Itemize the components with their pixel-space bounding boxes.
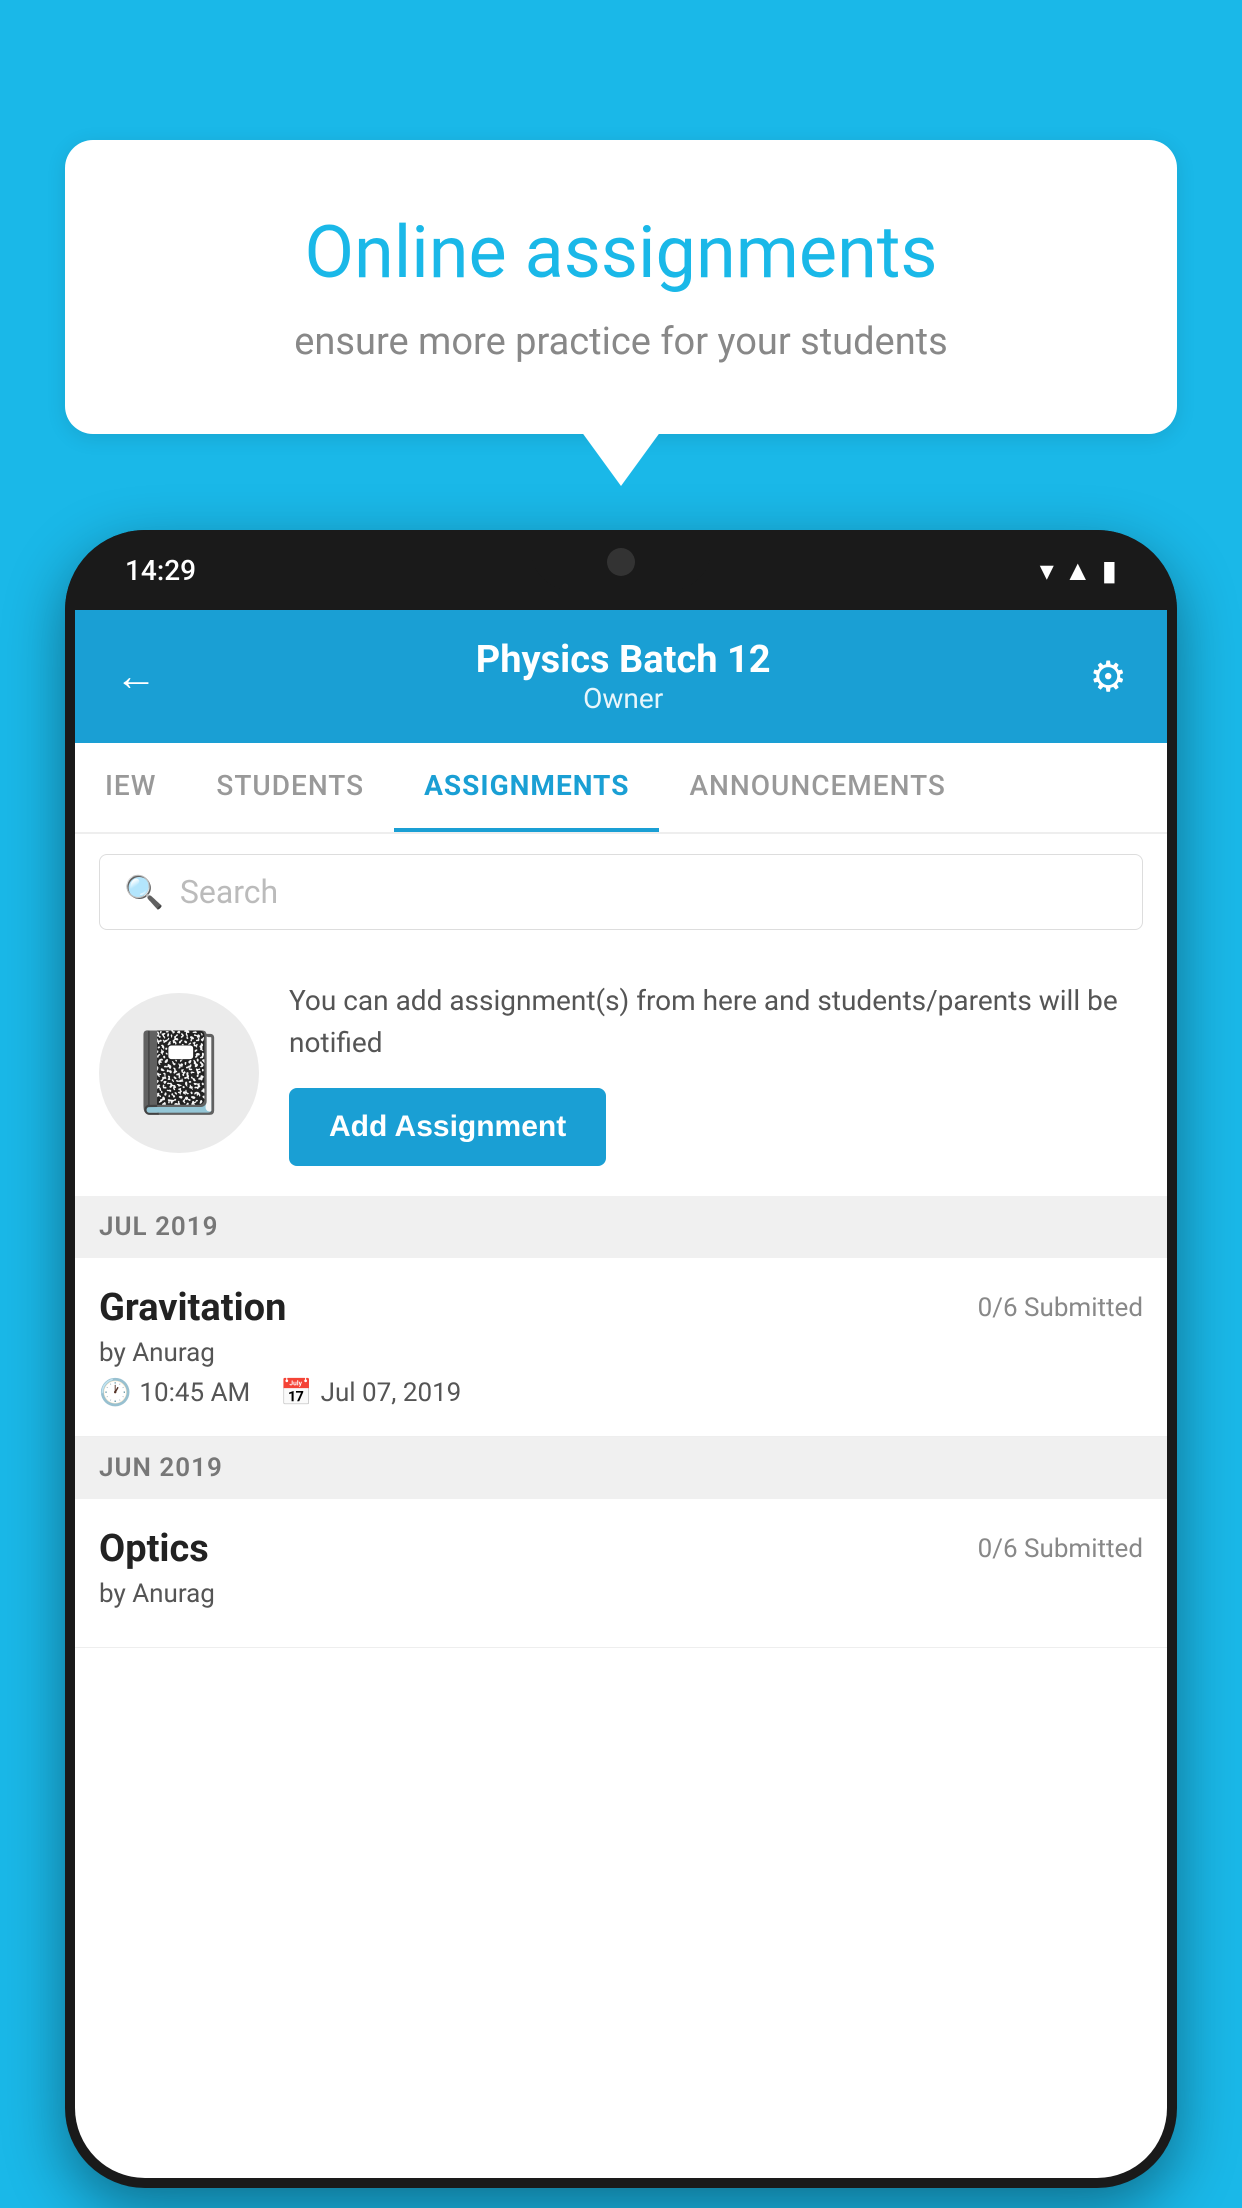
wifi-icon: ▾ (1040, 554, 1054, 587)
header-title: Physics Batch 12 (476, 638, 771, 682)
status-icons: ▾ ▲ ▮ (1040, 554, 1117, 587)
tab-assignments[interactable]: ASSIGNMENTS (394, 743, 659, 832)
assignment-name-optics: Optics (99, 1527, 209, 1571)
section-header-jul: JUL 2019 (75, 1196, 1167, 1258)
phone-frame: 14:29 ▾ ▲ ▮ ← Physics Batch 12 Owner ⚙ I… (65, 530, 1177, 2188)
header-subtitle: Owner (476, 682, 771, 715)
back-button[interactable]: ← (115, 652, 157, 701)
add-assignment-button[interactable]: Add Assignment (289, 1088, 606, 1166)
assignment-meta: 🕐 10:45 AM 📅 Jul 07, 2019 (99, 1378, 1143, 1408)
phone-notch (531, 530, 711, 590)
header-center: Physics Batch 12 Owner (476, 638, 771, 715)
info-text-area: You can add assignment(s) from here and … (289, 980, 1143, 1166)
search-container: 🔍 Search (75, 834, 1167, 950)
phone-screen: ← Physics Batch 12 Owner ⚙ IEW STUDENTS … (75, 610, 1167, 2178)
clock-icon: 🕐 (99, 1378, 131, 1408)
phone-top-bar: 14:29 ▾ ▲ ▮ (65, 530, 1177, 610)
speech-bubble: Online assignments ensure more practice … (65, 140, 1177, 434)
section-header-jun: JUN 2019 (75, 1437, 1167, 1499)
assignment-top-row: Gravitation 0/6 Submitted (99, 1286, 1143, 1330)
gear-icon[interactable]: ⚙ (1089, 652, 1127, 702)
assignment-item-gravitation[interactable]: Gravitation 0/6 Submitted by Anurag 🕐 10… (75, 1258, 1167, 1437)
search-icon: 🔍 (124, 873, 164, 911)
assignment-submitted: 0/6 Submitted (978, 1293, 1143, 1323)
app-header: ← Physics Batch 12 Owner ⚙ (75, 610, 1167, 743)
bubble-title: Online assignments (145, 210, 1097, 296)
bubble-subtitle: ensure more practice for your students (145, 320, 1097, 364)
search-input[interactable]: Search (180, 873, 278, 911)
assignment-top-row-optics: Optics 0/6 Submitted (99, 1527, 1143, 1571)
signal-icon: ▲ (1064, 554, 1092, 587)
assignment-name: Gravitation (99, 1286, 286, 1330)
calendar-icon: 📅 (280, 1378, 312, 1408)
notebook-icon-circle: 📓 (99, 993, 259, 1153)
info-card: 📓 You can add assignment(s) from here an… (75, 950, 1167, 1196)
date-value: Jul 07, 2019 (321, 1378, 462, 1408)
tab-students[interactable]: STUDENTS (186, 743, 394, 832)
assignment-by: by Anurag (99, 1338, 1143, 1368)
battery-icon: ▮ (1102, 554, 1117, 587)
status-time: 14:29 (125, 554, 196, 587)
camera-dot (607, 548, 635, 576)
speech-bubble-container: Online assignments ensure more practice … (65, 140, 1177, 434)
tabs-container: IEW STUDENTS ASSIGNMENTS ANNOUNCEMENTS (75, 743, 1167, 834)
search-bar[interactable]: 🔍 Search (99, 854, 1143, 930)
assignment-time: 🕐 10:45 AM (99, 1378, 250, 1408)
assignment-submitted-optics: 0/6 Submitted (978, 1534, 1143, 1564)
assignment-date: 📅 Jul 07, 2019 (280, 1378, 461, 1408)
tab-announcements[interactable]: ANNOUNCEMENTS (659, 743, 975, 832)
tab-iew[interactable]: IEW (75, 743, 186, 832)
notebook-icon: 📓 (129, 1026, 229, 1120)
time-value: 10:45 AM (139, 1378, 250, 1408)
assignment-item-optics[interactable]: Optics 0/6 Submitted by Anurag (75, 1499, 1167, 1648)
assignment-by-optics: by Anurag (99, 1579, 1143, 1609)
info-description: You can add assignment(s) from here and … (289, 980, 1143, 1064)
